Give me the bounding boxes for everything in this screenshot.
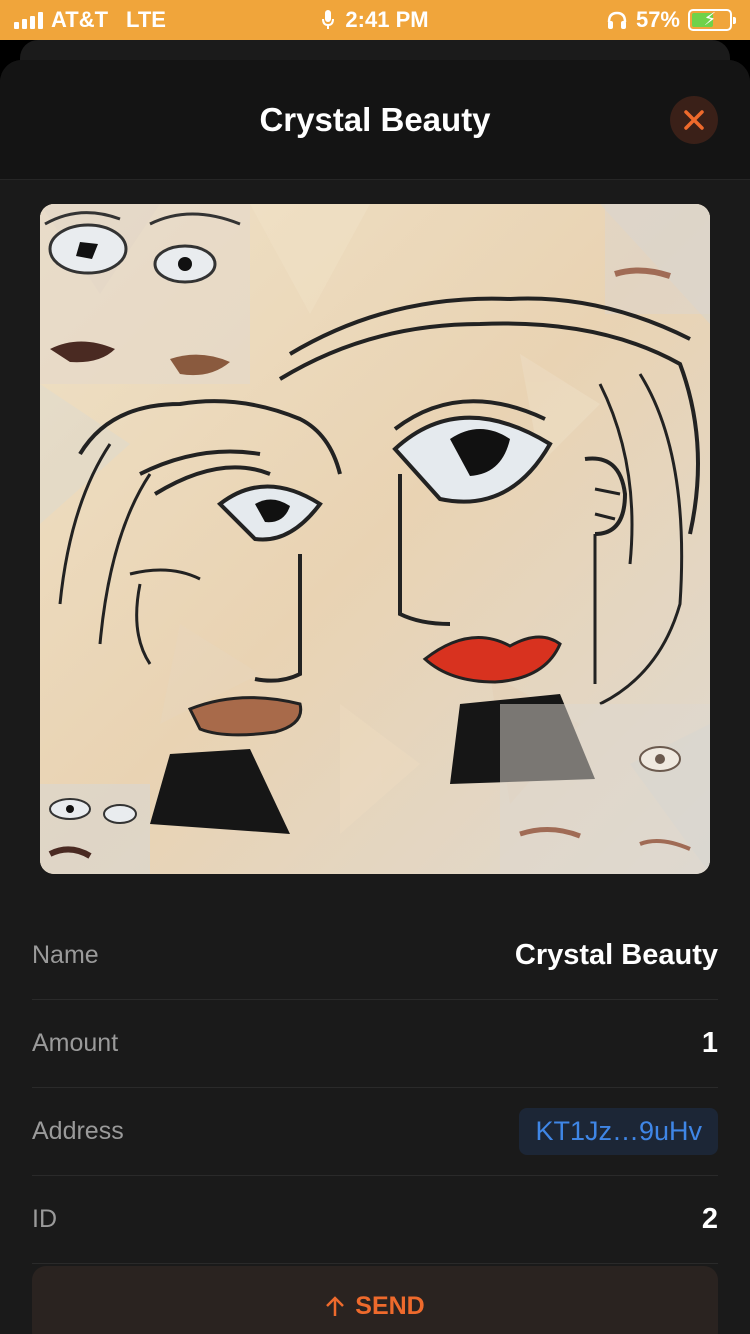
- detail-row-id: ID 2: [32, 1176, 718, 1264]
- nft-artwork-image: [40, 204, 710, 874]
- detail-value-id: 2: [701, 1203, 718, 1235]
- battery-charging-icon: ⚡: [688, 9, 736, 31]
- page-title: Crystal Beauty: [259, 100, 491, 138]
- detail-label: Name: [32, 941, 99, 969]
- detail-value-name: Crystal Beauty: [514, 939, 718, 971]
- detail-value-amount: 1: [701, 1027, 718, 1059]
- signal-icon: [14, 11, 43, 29]
- headphones-icon: [607, 11, 627, 29]
- status-bar: AT&T LTE 2:41 PM 57% ⚡: [0, 0, 750, 40]
- detail-label: Address: [32, 1117, 124, 1145]
- detail-row-amount: Amount 1: [32, 1000, 718, 1088]
- artwork-illustration: [40, 204, 710, 874]
- detail-label: Amount: [32, 1029, 119, 1057]
- address-link[interactable]: KT1Jz…9uHv: [519, 1108, 718, 1155]
- battery-percent: 57%: [635, 7, 680, 32]
- close-icon: [684, 110, 704, 130]
- nft-detail-sheet: Crystal Beauty Name Crystal Beauty Amoun…: [0, 60, 750, 1334]
- microphone-icon: [322, 10, 335, 29]
- send-button[interactable]: SEND: [32, 1266, 718, 1334]
- time-label: 2:41 PM: [345, 7, 429, 32]
- status-right: 57% ⚡: [606, 0, 736, 40]
- detail-label: ID: [32, 1205, 57, 1233]
- detail-row-address: Address KT1Jz…9uHv: [32, 1088, 718, 1176]
- arrow-up-icon: [326, 1296, 345, 1316]
- detail-row-name: Name Crystal Beauty: [32, 912, 718, 1000]
- sheet-header: Crystal Beauty: [0, 60, 750, 180]
- close-button[interactable]: [670, 96, 718, 144]
- network-label: LTE: [126, 7, 166, 32]
- nft-details-list: Name Crystal Beauty Amount 1 Address KT1…: [32, 912, 718, 1264]
- carrier-label: AT&T: [51, 7, 109, 32]
- status-left: AT&T LTE: [14, 0, 166, 40]
- send-button-label: SEND: [355, 1291, 425, 1320]
